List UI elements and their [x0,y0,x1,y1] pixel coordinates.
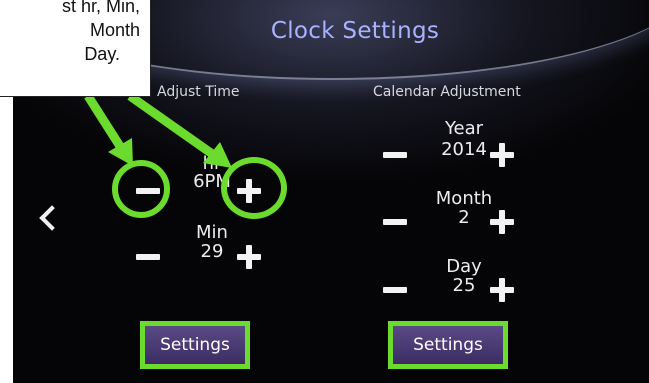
callout-line-1: st hr, Min, [61,0,140,16]
callout-line-3: Day. [84,44,120,64]
callout-line-2: Month [89,20,140,40]
arrow-to-minus [84,93,127,154]
arrow-to-plus [127,92,221,162]
annotation-callout: st hr, Min, Month Day. [0,0,151,97]
